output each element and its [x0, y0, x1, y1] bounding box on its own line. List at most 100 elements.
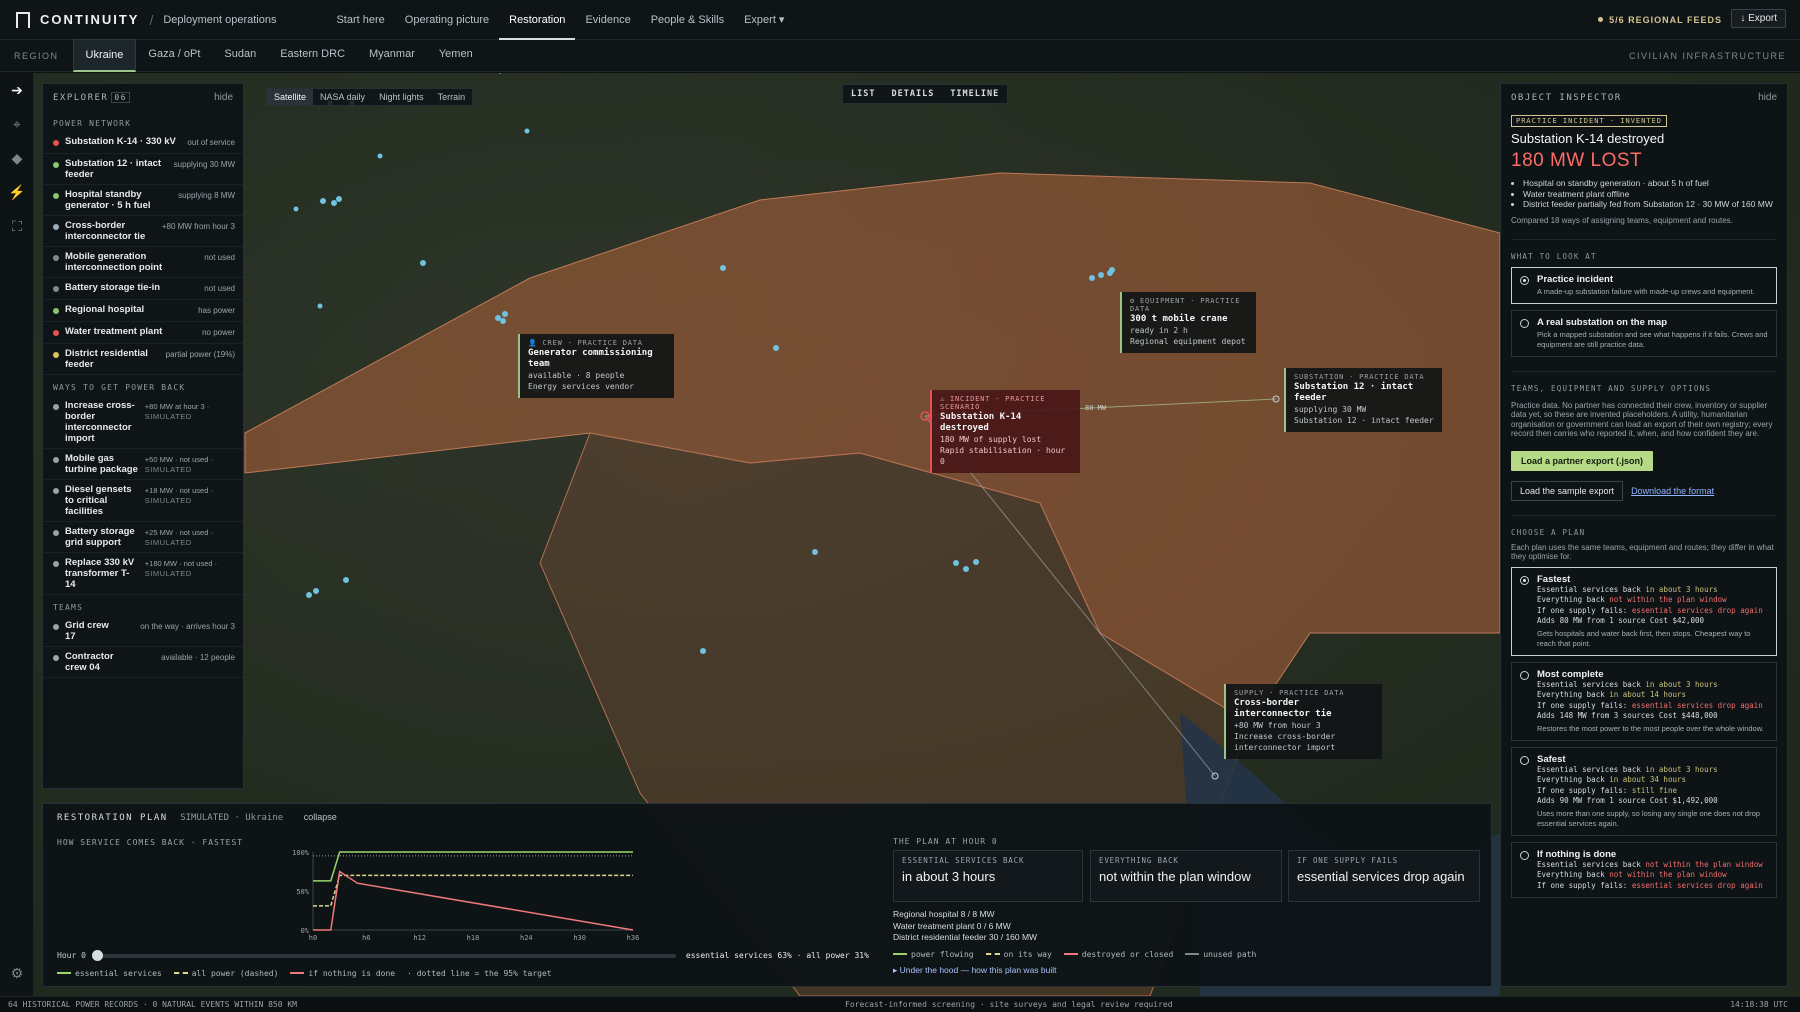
inspector-hide-button[interactable]: hide — [1758, 92, 1777, 103]
status-dot-icon — [53, 457, 59, 463]
power-item-name: Mobile generation interconnection point — [65, 251, 163, 273]
callout-crew[interactable]: 👤 CREW · PRACTICE DATA Generator commiss… — [518, 334, 674, 398]
plan-option-1[interactable]: Most complete Essential services back in … — [1511, 661, 1777, 741]
way-item[interactable]: Mobile gas turbine package +50 MW · not u… — [43, 449, 243, 480]
region-tab-5[interactable]: Yemen — [427, 39, 485, 72]
layer-tab-2[interactable]: Night lights — [372, 89, 431, 105]
regional-feeds-status: 5/6 REGIONAL FEEDS — [1598, 15, 1722, 25]
x-tick-label: h0 — [309, 934, 317, 942]
x-tick-label: h36 — [627, 934, 640, 942]
region-tab-3[interactable]: Eastern DRC — [268, 39, 357, 72]
option-practice-incident[interactable]: Practice incident A made-up substation f… — [1511, 266, 1777, 304]
nav-item-0[interactable]: Start here — [326, 0, 394, 40]
l_ess-label: Essential services back — [1537, 679, 1641, 689]
callout-substation[interactable]: SUBSTATION · PRACTICE DATA Substation 12… — [1284, 368, 1442, 432]
view-tab-2[interactable]: TIMELINE — [942, 85, 1007, 103]
download-format-link[interactable]: Download the format — [1631, 486, 1714, 496]
settings-gear-icon[interactable]: ⚙ — [0, 956, 34, 990]
power-item[interactable]: Substation 12 · intact feeder supplying 3… — [43, 154, 243, 185]
layer-tab-1[interactable]: NASA daily — [313, 89, 372, 105]
plan-description: Restores the most power to the most peop… — [1537, 723, 1764, 733]
power-item[interactable]: Cross-border interconnector tie +80 MW fr… — [43, 216, 243, 247]
option-real-substation[interactable]: A real substation on the map Pick a mapp… — [1511, 309, 1777, 357]
power-item-status: not used — [204, 284, 235, 293]
explorer-hide-button[interactable]: hide — [214, 92, 233, 103]
way-item[interactable]: Diesel gensets to critical facilities +18… — [43, 480, 243, 522]
chart-title: HOW SERVICE COMES BACK · FASTEST — [57, 838, 244, 847]
callout-supply[interactable]: SUPPLY · PRACTICE DATA Cross-border inte… — [1224, 684, 1382, 759]
way-item-name: Mobile gas turbine package — [65, 453, 138, 475]
nav-item-3[interactable]: Evidence — [575, 0, 640, 40]
region-tab-0[interactable]: Ukraine — [72, 39, 137, 72]
plan-name: Safest — [1537, 753, 1566, 765]
team-status: on the way · arrives hour 3 — [140, 622, 235, 631]
collapse-button[interactable]: collapse — [304, 812, 337, 822]
x-tick-label: h18 — [467, 934, 480, 942]
arrow-right-icon[interactable]: ➔ — [0, 73, 34, 107]
view-tab-0[interactable]: LIST — [843, 85, 883, 103]
nav-item-1[interactable]: Operating picture — [395, 0, 499, 40]
frame-icon[interactable]: ⛶ — [0, 209, 34, 243]
way-item[interactable]: Replace 330 kV transformer T-14 +180 MW ·… — [43, 553, 243, 595]
region-tab-4[interactable]: Myanmar — [357, 39, 427, 72]
simulated-tag: SIMULATED — [144, 496, 192, 505]
power-item[interactable]: Battery storage tie-in not used — [43, 278, 243, 300]
teams-list: Grid crew 17 on the way · arrives hour 3 C… — [43, 616, 243, 678]
l_all-label: Everything back — [1537, 870, 1605, 879]
power-item[interactable]: Regional hospital has power — [43, 300, 243, 322]
flow-legend: power flowing on its way destroyed or cl… — [893, 950, 1256, 959]
chart-readout: essential services 63% · all power 31% — [685, 951, 869, 960]
status-center: Forecast-informed screening · site surve… — [845, 1000, 1173, 1009]
power-item-status: supplying 8 MW — [178, 191, 235, 200]
callout-incident[interactable]: ⚠ INCIDENT · PRACTICE SCENARIO Substatio… — [930, 390, 1080, 473]
hour-slider[interactable] — [91, 949, 676, 961]
region-tab-2[interactable]: Sudan — [212, 39, 268, 72]
inspector-title: OBJECT INSPECTOR — [1511, 92, 1622, 103]
plan-line: Essential services back in about 3 hours — [1537, 585, 1768, 596]
diamond-icon[interactable]: ◆ — [0, 141, 34, 175]
way-item[interactable]: Increase cross-border interconnector imp… — [43, 396, 243, 449]
power-item[interactable]: Water treatment plant no power — [43, 322, 243, 344]
under-the-hood-link[interactable]: ▸ Under the hood — how this plan was bui… — [893, 965, 1057, 976]
plan-option-2[interactable]: Safest Essential services back in about 3… — [1511, 746, 1777, 836]
load-sample-button[interactable]: Load the sample export — [1511, 480, 1624, 501]
slider-handle[interactable] — [91, 949, 103, 961]
explorer-panel: EXPLORER 06 hide POWER NETWORK Substation… — [42, 83, 244, 789]
crosshair-icon[interactable]: ⌖ — [0, 107, 34, 141]
load-partner-export-button[interactable]: Load a partner export (.json) — [1511, 450, 1654, 471]
plan-option-0[interactable]: Fastest Essential services back in about … — [1511, 566, 1777, 656]
bolt-icon[interactable]: ⚡ — [0, 175, 34, 209]
nav-item-2[interactable]: Restoration — [499, 0, 576, 40]
region-tab-1[interactable]: Gaza / oPt — [136, 39, 212, 72]
way-status-text: +50 MW · not used · — [144, 455, 213, 464]
power-item[interactable]: Substation K-14 · 330 kV out of service — [43, 132, 243, 154]
way-item-name: Diesel gensets to critical facilities — [65, 484, 132, 517]
plan-all: not within the plan window — [1609, 870, 1727, 879]
explorer-count: 06 — [111, 91, 130, 103]
team-item[interactable]: Contractor crew 04 available · 12 people — [43, 647, 243, 678]
power-item[interactable]: Hospital standby generator · 5 h fuel sup… — [43, 185, 243, 216]
impact-list: Hospital on standby generation · about 5… — [1523, 178, 1777, 210]
export-button[interactable]: ↓ Export — [1731, 9, 1786, 28]
plan-name: If nothing is done — [1537, 848, 1617, 860]
nav-item-5[interactable]: Expert ▾ — [734, 0, 794, 40]
main-nav: Start here Operating picture Restoration Ev… — [326, 0, 794, 40]
app-logo[interactable]: CONTINUITY / Deployment operations — [16, 11, 276, 28]
view-tab-1[interactable]: DETAILS — [883, 85, 942, 103]
teams-options-text: Practice data. No partner has connected … — [1511, 400, 1773, 439]
plan-subtitle: SIMULATED · Ukraine — [180, 813, 284, 823]
nav-item-4[interactable]: People & Skills — [641, 0, 734, 40]
radio-icon — [1520, 575, 1529, 585]
l_ess-label: Essential services back — [1537, 859, 1641, 869]
layer-tab-0[interactable]: Satellite — [267, 89, 314, 105]
power-item-name: District residential feeder — [65, 348, 148, 370]
plan-option-3[interactable]: If nothing is done Essential services bac… — [1511, 841, 1777, 898]
callout-equipment[interactable]: ⚙ EQUIPMENT · PRACTICE DATA 300 t mobile… — [1120, 292, 1256, 353]
team-item[interactable]: Grid crew 17 on the way · arrives hour 3 — [43, 616, 243, 647]
way-item[interactable]: Battery storage grid support +25 MW · not… — [43, 522, 243, 553]
layer-tab-3[interactable]: Terrain — [431, 89, 473, 105]
inspector-loss: 180 MW LOST — [1511, 150, 1643, 171]
way-item-status: +25 MW · not used · SIMULATED — [145, 528, 235, 548]
power-item[interactable]: Mobile generation interconnection point n… — [43, 247, 243, 278]
power-item[interactable]: District residential feeder partial power… — [43, 344, 243, 375]
